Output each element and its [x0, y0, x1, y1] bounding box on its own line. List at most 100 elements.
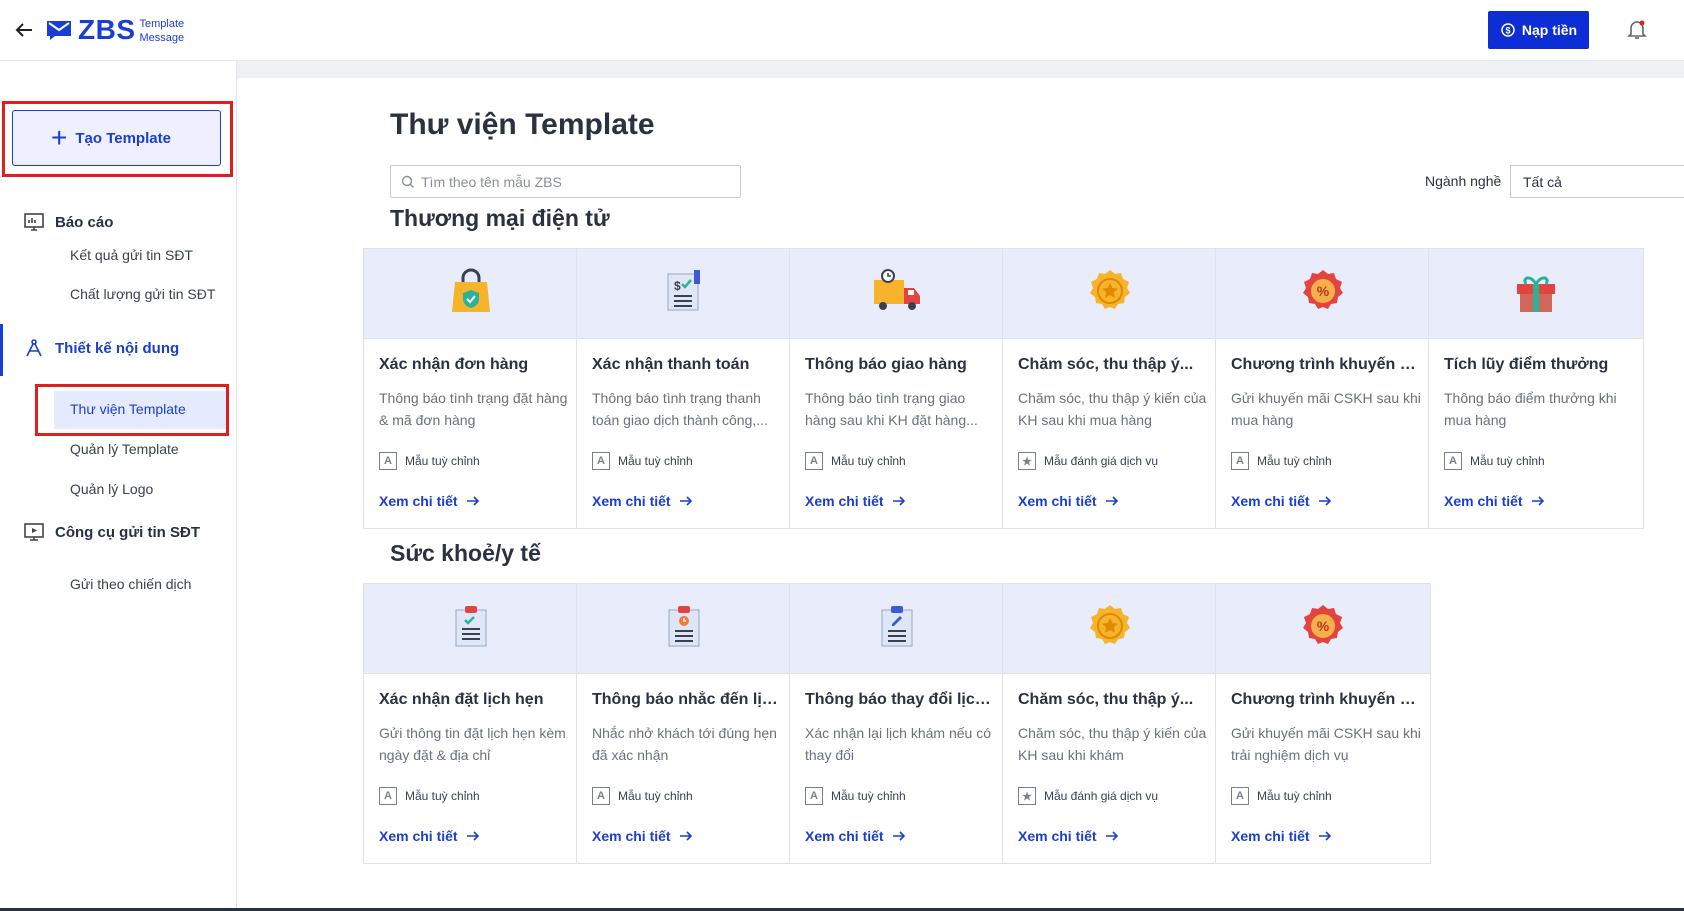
- template-card[interactable]: Chăm sóc, thu thập ý... Chăm sóc, thu thậ…: [1002, 583, 1218, 864]
- card-description: Thông báo tình trạng giao hàng sau khi K…: [805, 390, 978, 428]
- card-tag-label: Mẫu tuỳ chỉnh: [831, 454, 906, 468]
- view-detail-link[interactable]: Xem chi tiết: [379, 828, 480, 844]
- template-card[interactable]: Xác nhận đặt lịch hẹn Gửi thông tin đặt l…: [363, 583, 579, 864]
- card-title: Tích lũy điểm thưởng: [1444, 356, 1609, 373]
- template-card[interactable]: Xác nhận đơn hàng Thông báo tình trạng đặ…: [363, 248, 579, 529]
- card-tag: A Mẫu tuỳ chỉnh: [805, 452, 906, 470]
- view-detail-link[interactable]: Xem chi tiết: [1231, 828, 1332, 844]
- sidebar-item-send-quality[interactable]: Chất lượng gửi tin SĐT: [70, 286, 215, 302]
- card-illustration: $: [577, 249, 791, 339]
- percent-badge-icon: %: [1300, 268, 1346, 319]
- card-description: Thông báo tình trạng thanh toán giao dịc…: [592, 390, 768, 428]
- template-card[interactable]: Thông báo giao hàng Thông báo tình trạng …: [789, 248, 1005, 529]
- create-template-button[interactable]: + Tạo Template: [12, 110, 221, 166]
- card-illustration: [364, 584, 578, 674]
- industry-select[interactable]: Tất cả: [1510, 165, 1684, 198]
- card-description: Thông báo điểm thưởng khi mua hàng: [1444, 390, 1617, 428]
- card-tag-label: Mẫu tuỳ chỉnh: [405, 454, 480, 468]
- topup-button[interactable]: $ Nạp tiền: [1488, 11, 1589, 49]
- letter-a-tag-icon: A: [379, 452, 397, 470]
- template-card[interactable]: % Chương trình khuyến mãi Gửi khuyến mãi C…: [1215, 583, 1431, 864]
- card-title: Chương trình khuyến mãi: [1231, 691, 1421, 708]
- template-card[interactable]: Tích lũy điểm thưởng Thông báo điểm thưởn…: [1428, 248, 1644, 529]
- arrow-right-icon: [1531, 496, 1544, 506]
- shopping-bag-shield-icon: [449, 268, 493, 319]
- sidebar-item-send-result[interactable]: Kết quả gửi tin SĐT: [70, 247, 193, 263]
- card-tag-label: Mẫu tuỳ chỉnh: [1470, 454, 1545, 468]
- create-template-label: Tạo Template: [75, 129, 171, 147]
- card-tag: A Mẫu tuỳ chỉnh: [592, 787, 693, 805]
- card-tag-label: Mẫu tuỳ chỉnh: [1257, 454, 1332, 468]
- nav-group-send-tool-label: Công cụ gửi tin SĐT: [55, 523, 201, 541]
- card-illustration: %: [1216, 249, 1430, 339]
- search-input[interactable]: [421, 173, 721, 190]
- arrow-right-icon: [679, 496, 692, 506]
- card-illustration: [364, 249, 578, 339]
- view-detail-label: Xem chi tiết: [1444, 493, 1523, 509]
- card-tag: A Mẫu tuỳ chỉnh: [1231, 787, 1332, 805]
- card-tag: A Mẫu tuỳ chỉnh: [805, 787, 906, 805]
- card-tag: ★ Mẫu đánh giá dịch vụ: [1018, 452, 1158, 470]
- nav-group-content-design-label: Thiết kế nội dung: [55, 339, 180, 357]
- section-title-health: Sức khoẻ/y tế: [390, 540, 541, 566]
- template-card[interactable]: Thông báo nhắc đến lịc... Nhắc nhở khách …: [576, 583, 792, 864]
- card-illustration: [790, 584, 1004, 674]
- sidebar-item-campaign-send[interactable]: Gửi theo chiến dịch: [70, 576, 191, 592]
- svg-text:$: $: [674, 279, 681, 293]
- view-detail-link[interactable]: Xem chi tiết: [805, 493, 906, 509]
- card-illustration: %: [1216, 584, 1430, 674]
- star-badge-icon: [1087, 268, 1133, 319]
- arrow-right-icon: [679, 831, 692, 841]
- topup-label: Nạp tiền: [1521, 22, 1578, 38]
- card-description: Chăm sóc, thu thập ý kiến của KH sau khi…: [1018, 725, 1207, 763]
- logo-text: ZBS: [78, 14, 136, 45]
- card-description: Nhắc nhở khách tới đúng hẹn đã xác nhận: [592, 725, 777, 763]
- letter-a-tag-icon: A: [1231, 787, 1249, 805]
- view-detail-label: Xem chi tiết: [1018, 828, 1097, 844]
- card-description: Thông báo tình trạng đặt hàng & mã đơn h…: [379, 390, 568, 428]
- view-detail-link[interactable]: Xem chi tiết: [379, 493, 480, 509]
- letter-a-tag-icon: A: [1231, 452, 1249, 470]
- card-tag-label: Mẫu tuỳ chỉnh: [1257, 789, 1332, 803]
- sidebar-item-logo-manage[interactable]: Quản lý Logo: [70, 481, 153, 497]
- template-card[interactable]: $ Xác nhận thanh toán Thông báo tình trạng…: [576, 248, 792, 529]
- star-badge-icon: [1087, 603, 1133, 654]
- card-tag: A Mẫu tuỳ chỉnh: [592, 452, 693, 470]
- view-detail-link[interactable]: Xem chi tiết: [1018, 828, 1119, 844]
- nav-group-report[interactable]: Báo cáo: [0, 211, 237, 233]
- view-detail-link[interactable]: Xem chi tiết: [1231, 493, 1332, 509]
- letter-a-tag-icon: A: [805, 452, 823, 470]
- view-detail-link[interactable]: Xem chi tiết: [1018, 493, 1119, 509]
- view-detail-link[interactable]: Xem chi tiết: [805, 828, 906, 844]
- clipboard-edit-icon: [879, 604, 915, 653]
- sidebar-item-template-manage[interactable]: Quản lý Template: [70, 441, 179, 457]
- card-title: Xác nhận đặt lịch hẹn: [379, 691, 544, 708]
- nav-group-content-design[interactable]: Thiết kế nội dung: [0, 324, 237, 376]
- card-title: Xác nhận thanh toán: [592, 356, 750, 373]
- view-detail-link[interactable]: Xem chi tiết: [592, 828, 693, 844]
- view-detail-link[interactable]: Xem chi tiết: [592, 493, 693, 509]
- template-card[interactable]: Thông báo thay đổi lịch... Xác nhận lại l…: [789, 583, 1005, 864]
- arrow-right-icon: [892, 831, 905, 841]
- nav-group-send-tool[interactable]: Công cụ gửi tin SĐT: [0, 521, 237, 543]
- letter-a-tag-icon: A: [805, 787, 823, 805]
- card-tag-label: Mẫu tuỳ chỉnh: [618, 454, 693, 468]
- card-tag: A Mẫu tuỳ chỉnh: [1444, 452, 1545, 470]
- view-detail-link[interactable]: Xem chi tiết: [1444, 493, 1545, 509]
- report-monitor-icon: [24, 213, 44, 231]
- view-detail-label: Xem chi tiết: [379, 828, 458, 844]
- template-card[interactable]: % Chương trình khuyến mãi Gửi khuyến mãi C…: [1215, 248, 1431, 529]
- plus-icon: +: [51, 122, 68, 153]
- zbs-logo[interactable]: ZBS Template Message: [46, 14, 184, 46]
- star-tag-icon: ★: [1018, 787, 1036, 805]
- sidebar-item-template-library[interactable]: Thư viện Template: [70, 401, 186, 417]
- send-tool-icon: [24, 523, 44, 541]
- notification-bell-icon[interactable]: [1625, 17, 1649, 41]
- main-content: Thư viện Template Ngành nghề Tất cả Thươ…: [237, 78, 1684, 911]
- template-card[interactable]: Chăm sóc, thu thập ý... Chăm sóc, thu thậ…: [1002, 248, 1218, 529]
- logo-sub-1: Template: [139, 18, 185, 30]
- card-title: Thông báo giao hàng: [805, 356, 967, 373]
- back-arrow-icon[interactable]: [12, 18, 36, 42]
- search-box[interactable]: [390, 165, 741, 198]
- page-title: Thư viện Template: [390, 108, 655, 141]
